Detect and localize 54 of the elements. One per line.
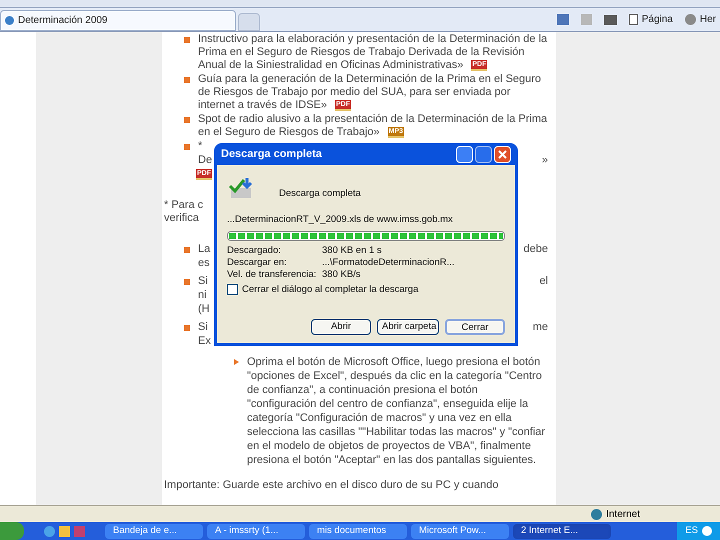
text-fragment: * Para c xyxy=(164,199,204,212)
file-name: ...DeterminacionRT_V_2009.xls de www.imss.gob.mx xyxy=(227,213,454,228)
tab-title: Determinación 2009 xyxy=(18,14,108,28)
text-fragment: Si xyxy=(198,275,208,289)
zone-text: Internet xyxy=(606,508,640,522)
taskbar-task[interactable]: mis documentos xyxy=(309,524,407,538)
taskbar-task[interactable]: 2 Internet E... xyxy=(513,524,611,538)
checkbox-label: Cerrar el diálogo al completar la descarga xyxy=(242,282,418,296)
text-fragment: ni xyxy=(198,289,207,303)
triangle-bullet-icon xyxy=(234,359,239,365)
browser-tab[interactable]: Determinación 2009 xyxy=(0,10,236,31)
maximize-button[interactable] xyxy=(475,146,492,162)
bullet-icon xyxy=(184,77,190,83)
bullet-icon xyxy=(184,325,190,331)
tools-menu[interactable]: Her xyxy=(684,12,716,27)
field-value: 380 KB/s xyxy=(322,268,361,280)
note-text: Importante: Guarde este archivo en el disco duro de su PC y cuando xyxy=(164,479,500,492)
field-label: Vel. de transferencia: xyxy=(227,268,318,280)
field-label: Descargado: xyxy=(227,244,282,256)
text-fragment: Si xyxy=(198,321,208,335)
field-label: Descargar en: xyxy=(227,256,288,268)
dialog-heading: Descarga completa xyxy=(279,187,361,201)
text-fragment: el xyxy=(539,275,548,289)
text-fragment: verifica xyxy=(164,212,199,225)
minimize-button[interactable] xyxy=(456,146,473,162)
bullet-icon xyxy=(184,247,190,253)
page-menu[interactable]: Página xyxy=(628,12,673,27)
text-fragment: me xyxy=(532,321,548,335)
close-icon[interactable] xyxy=(494,146,511,162)
text-fragment: * xyxy=(198,140,202,154)
taskbar-task[interactable]: Bandeja de e... xyxy=(105,524,203,538)
dialog-button[interactable]: Abrir carpeta xyxy=(377,319,439,335)
dialog-title: Descarga completa xyxy=(221,146,323,162)
field-value: ...\FormatodeDeterminacionR... xyxy=(322,256,455,268)
dialog-button[interactable]: Abrir xyxy=(311,319,371,335)
field-value: 380 KB en 1 s xyxy=(322,244,382,256)
taskbar-task[interactable]: Microsoft Pow... xyxy=(411,524,509,538)
text-fragment: debe xyxy=(524,243,548,257)
text-fragment: Ex xyxy=(198,335,211,349)
bullet-icon xyxy=(184,144,190,150)
text-fragment: es xyxy=(198,257,210,271)
dialog-button[interactable]: Cerrar xyxy=(445,319,505,335)
checkbox[interactable] xyxy=(227,284,238,296)
bullet-icon xyxy=(184,279,190,285)
download-complete-icon xyxy=(227,176,255,200)
bullet-icon xyxy=(184,37,190,43)
start-button[interactable] xyxy=(0,522,24,540)
text-fragment: La xyxy=(198,243,210,257)
taskbar-task[interactable]: A - imssrty (1... xyxy=(207,524,305,538)
text-fragment: De xyxy=(198,154,212,168)
bullet-icon xyxy=(184,117,190,123)
instruction-text: Oprima el botón de Microsoft Office, luego presiona el botón "opciones de Excel", después da clic en la categoría "Centro de confianza", a continuación presiona el botón "configuración del centro de confianza", enseguida elije la categoría "Configuración de macros" y una vez en ella selecciona las casillas ""Habilitar todas las macros" y "confiar en el modelo de objetos de proyectos de VBA", finalmente presiona el botón "Aceptar" en las dos pantallas siguientes. xyxy=(247,355,546,467)
text-fragment: » xyxy=(542,154,548,168)
text-fragment: (H xyxy=(198,303,210,317)
